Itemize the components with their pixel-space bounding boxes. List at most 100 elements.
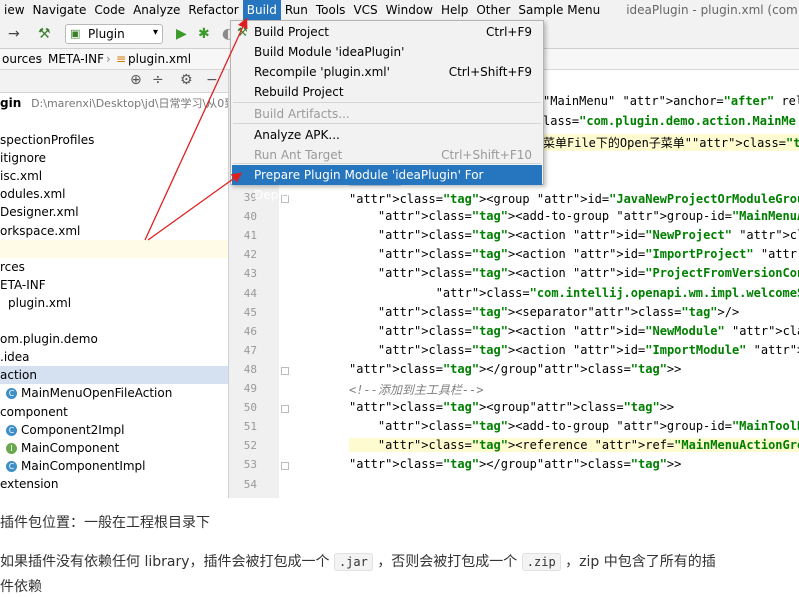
fold-marker-icon[interactable] [281, 366, 289, 375]
code-line: "attr">class="tag"><reference "attr">ref… [349, 438, 799, 453]
gear-icon[interactable]: ⚙ [180, 72, 193, 88]
line-number: 53 [243, 458, 257, 472]
build-menu-item[interactable]: Prepare Plugin Module 'ideaPlugin' For D… [232, 165, 542, 202]
forward-arrow-icon[interactable]: → [8, 20, 20, 48]
tree-item[interactable]: C MainMenuOpenFileAction [0, 384, 228, 402]
build-menu-item[interactable]: Build Artifacts... [232, 104, 542, 124]
article-line-1: 插件包位置：一般在工程根目录下 [0, 515, 210, 531]
menu-tools[interactable]: Tools [312, 0, 350, 20]
tree-item[interactable] [0, 312, 228, 330]
code-line: <!--添加到主工具栏--> [349, 383, 484, 397]
breadcrumb-item[interactable]: ources [2, 49, 42, 69]
menu-run[interactable]: Run [281, 0, 312, 20]
menu-item-shortcut: Ctrl+Shift+F9 [448, 65, 532, 79]
ide-screenshot: iew Navigate Code Analyze Refactor Build… [0, 0, 799, 498]
menu-window[interactable]: Window [382, 0, 437, 20]
menu-vcs[interactable]: VCS [349, 0, 381, 20]
line-number: 46 [243, 324, 257, 338]
project-root-name: gin [0, 96, 22, 110]
tree-item[interactable]: itignore [0, 149, 228, 167]
build-menu-dropdown: ⚒ Build Project Ctrl+F9 Build Module 'ideaP… [230, 20, 544, 202]
build-menu-item[interactable]: Build Module 'ideaPlugin' [232, 42, 542, 62]
menu-other[interactable]: Other [472, 0, 514, 20]
tree-item[interactable]: action [0, 366, 228, 385]
menu-help[interactable]: Help [437, 0, 472, 20]
line-number: 45 [243, 305, 257, 319]
menu-refactor[interactable]: Refactor [184, 0, 242, 20]
tree-item-label: om.plugin.demo [0, 332, 98, 347]
tree-item[interactable]: I MainComponent [0, 439, 228, 457]
tree-item[interactable]: component [0, 403, 228, 421]
run-config-dropdown[interactable]: ▣ Plugin ▾ [65, 24, 163, 44]
plugin-config-icon: ▣ [70, 27, 81, 40]
build-menu-item[interactable]: Run Ant Target Ctrl+Shift+F10 [232, 145, 542, 165]
menu-build[interactable]: Build [242, 0, 281, 20]
tree-item-label: plugin.xml [8, 295, 72, 310]
menu-separator [233, 163, 541, 164]
build-menu-item[interactable]: Analyze APK... [232, 125, 542, 145]
code-line: lass="com.plugin.demo.action.MainMe [543, 114, 796, 128]
build-hammer-icon[interactable]: ⚒ [38, 20, 51, 48]
menu-view[interactable]: iew [0, 0, 29, 20]
fold-marker-icon[interactable] [281, 462, 289, 471]
menu-item-label: Build Artifacts... [254, 107, 350, 121]
tree-item[interactable]: .idea [0, 348, 228, 366]
menu-item-shortcut: Ctrl+Shift+F10 [441, 148, 532, 162]
tree-item[interactable]: C Component2Impl [0, 421, 228, 439]
tree-item[interactable]: om.plugin.demo [0, 330, 228, 348]
line-number: 41 [243, 229, 257, 243]
tree-item[interactable]: orkspace.xml [0, 222, 228, 240]
menu-code[interactable]: Code [90, 0, 129, 20]
tree-item[interactable]: rces [0, 258, 228, 276]
build-hammer-icon: ⚒ [237, 25, 248, 39]
menu-navigate[interactable]: Navigate [29, 0, 91, 20]
line-number: 48 [243, 362, 257, 376]
tree-item[interactable]: extension [0, 475, 228, 493]
code-line: "attr">class="tag"><group"attr">class="t… [349, 400, 675, 415]
fold-marker-icon[interactable] [281, 405, 289, 414]
code-line: "attr">class="tag"><action "attr">id="Pr… [377, 266, 799, 281]
run-config-label: Plugin [88, 27, 125, 41]
minimize-icon[interactable]: − [206, 72, 218, 88]
project-root[interactable]: gin D:\marenxi\Desktop\jd\日常学习\从0到1 [0, 94, 228, 112]
tree-item-label: isc.xml [0, 169, 43, 184]
collapse-all-icon[interactable]: ÷ [152, 72, 164, 88]
inline-code-zip: .zip [521, 553, 561, 571]
code-line: "attr">class="tag"><action "attr">id="Ne… [377, 323, 799, 338]
build-menu-item[interactable]: ⚒ Build Project Ctrl+F9 [232, 22, 542, 42]
build-menu-item[interactable]: Recompile 'plugin.xml' Ctrl+Shift+F9 [232, 62, 542, 82]
breadcrumb-item[interactable]: plugin.xml [128, 49, 191, 69]
menu-analyze[interactable]: Analyze [129, 0, 184, 20]
tree-item[interactable]: spectionProfiles [0, 131, 228, 149]
breadcrumb-item[interactable]: META-INF [48, 49, 104, 69]
code-line: "attr">class="tag"><action "attr">id="Im… [377, 247, 799, 262]
tree-item[interactable]: isc.xml [0, 167, 228, 185]
interface-icon: I [6, 442, 17, 454]
menu-bar: iew Navigate Code Analyze Refactor Build… [0, 0, 799, 20]
tree-item-label: action [0, 368, 37, 383]
code-line: "attr">class="tag"></group"attr">class="… [349, 457, 682, 472]
project-root-path: D:\marenxi\Desktop\jd\日常学习\从0到1 [31, 97, 229, 110]
line-number: 40 [243, 210, 257, 224]
locate-target-icon[interactable]: ⊕ [130, 72, 142, 88]
code-line: "attr">class="tag"><action "attr">id="Im… [377, 342, 799, 357]
tree-item-label: Component2Impl [21, 422, 125, 437]
build-menu-item[interactable]: Rebuild Project [232, 82, 542, 102]
tree-item[interactable]: odules.xml [0, 185, 228, 203]
tree-item[interactable]: C MainComponentImpl [0, 457, 228, 475]
tree-item[interactable]: Designer.xml [0, 203, 228, 221]
menu-sample-menu[interactable]: Sample Menu [514, 0, 604, 20]
tree-item-label: MainMenuOpenFileAction [21, 386, 173, 401]
run-icon[interactable]: ▶ [176, 20, 187, 48]
debug-icon[interactable]: ✱ [198, 20, 210, 48]
tree-item[interactable]: ETA-INF [0, 276, 228, 294]
window-title: ideaPlugin - plugin.xml (com.your.co [626, 3, 799, 17]
tree-item[interactable] [0, 239, 228, 258]
inline-code-jar: .jar [333, 553, 373, 571]
article-text: ，否则会被打包成一个 [377, 554, 518, 570]
tree-item[interactable]: plugin.xml [0, 294, 228, 312]
menu-item-label: Analyze APK... [254, 128, 340, 142]
menu-item-shortcut: Ctrl+F9 [486, 25, 532, 39]
code-line: 菜单File下的Open子菜单""attr">class="tag">/> [543, 134, 799, 151]
line-number: 47 [243, 343, 257, 357]
